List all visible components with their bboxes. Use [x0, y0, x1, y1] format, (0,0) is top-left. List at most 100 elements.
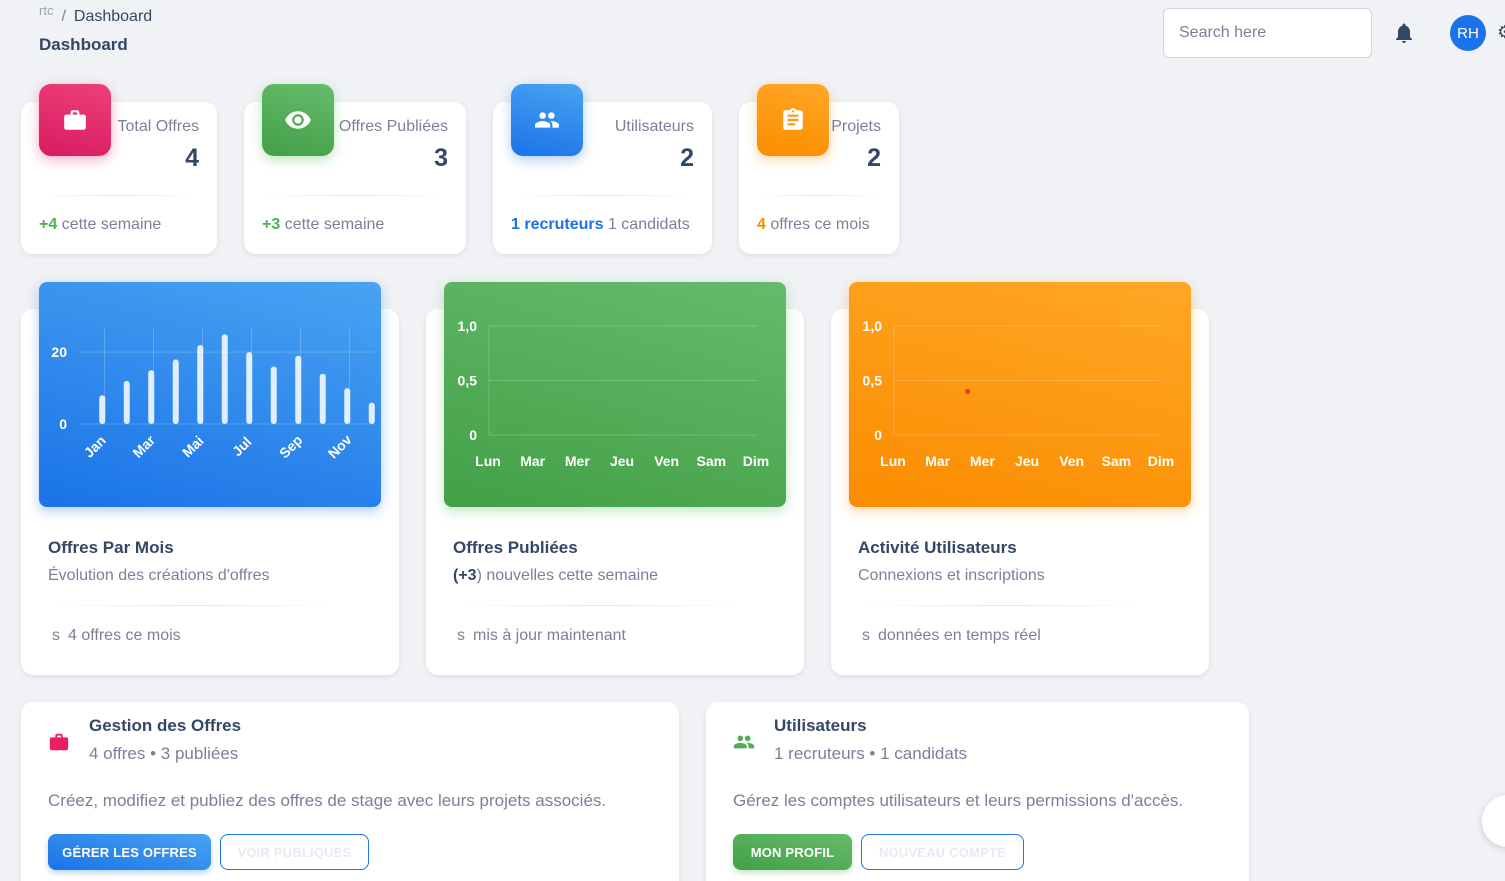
bar	[368, 402, 375, 424]
chart-card-offres-publiees: 0 0,5 1,0 Lun Mar Mer Jeu Ven Sam Dim Offres Publ…	[426, 282, 804, 675]
y-tick-label: 0,5	[458, 373, 478, 389]
stat-footer-text: offres ce mois	[765, 216, 870, 233]
bar	[295, 355, 302, 424]
x-tick-label: Dim	[1148, 453, 1174, 469]
stat-footer: +4 cette semaine	[39, 216, 161, 234]
line-chart: 0 0,5 1,0 Lun Mar Mer Jeu Ven Sam Dim	[444, 282, 786, 507]
briefcase-icon	[48, 731, 70, 753]
stat-card-offres-publiees: Offres Publiées 3 +3 cette semaine	[244, 84, 466, 254]
y-tick-label: 0	[59, 416, 67, 432]
breadcrumb: rtc / Dashboard	[39, 3, 153, 26]
avatar[interactable]: RH	[1450, 15, 1486, 51]
chart-title: Offres Par Mois	[48, 538, 174, 557]
stat-footer-text: 1 candidats	[603, 216, 690, 233]
action-subtitle: 1 recruteurs • 1 candidats	[774, 744, 968, 763]
breadcrumb-current: Dashboard	[73, 8, 153, 25]
x-tick-label: Jeu	[610, 453, 634, 469]
x-tick-label: Mar	[925, 453, 950, 469]
line-chart-svg: 0 0,5 1,0 Lun Mar Mer Jeu Ven Sam Dim	[458, 318, 770, 469]
action-title: Utilisateurs	[774, 716, 867, 735]
x-tick-label: Jan	[81, 432, 109, 460]
bar	[270, 366, 277, 424]
breadcrumb-root[interactable]: rtc	[39, 3, 53, 18]
bell-icon[interactable]	[1392, 21, 1416, 45]
manage-offers-button[interactable]: GÉRER LES OFFRES	[48, 834, 211, 870]
stat-value: 3	[434, 144, 448, 172]
bar	[148, 370, 155, 424]
stat-label: Offres Publiées	[338, 118, 448, 135]
bar	[344, 388, 351, 424]
chart-footer: s données en temps réel	[862, 627, 1041, 645]
x-tick-label: Ven	[1059, 453, 1084, 469]
my-profile-button[interactable]: MON PROFIL	[733, 834, 852, 870]
stat-card-utilisateurs: Utilisateurs 2 1 recruteurs 1 candidats	[493, 84, 712, 254]
x-tick-label: Nov	[325, 431, 355, 461]
action-card-utilisateurs: Utilisateurs 1 recruteurs • 1 candidats …	[706, 702, 1249, 881]
chart-footer: s mis à jour maintenant	[457, 627, 626, 645]
chart-title: Activité Utilisateurs	[858, 538, 1017, 557]
y-tick-label: 1,0	[863, 318, 883, 334]
chart-footer: s 4 offres ce mois	[52, 627, 181, 645]
chart-footer-text: 4 offres ce mois	[68, 627, 181, 644]
divider	[511, 195, 694, 196]
bar	[221, 334, 228, 424]
x-tick-label: Jul	[229, 434, 255, 460]
stat-value: 2	[867, 144, 881, 172]
schedule-icon: s	[457, 627, 465, 644]
schedule-icon: s	[862, 627, 870, 644]
stat-value: 4	[185, 144, 199, 172]
chart-card-activite-utilisateurs: 0 0,5 1,0 Lun Mar Mer Jeu Ven Sam Dim Activité Ut…	[831, 282, 1209, 675]
bar	[319, 373, 326, 424]
gear-icon[interactable]: ⚙	[1497, 22, 1505, 43]
new-account-button[interactable]: NOUVEAU COMPTE	[861, 834, 1024, 870]
x-tick-label: Mer	[970, 453, 995, 469]
y-tick-label: 0	[874, 427, 882, 443]
bar	[197, 344, 204, 424]
search-box[interactable]	[1163, 8, 1372, 58]
bar	[246, 352, 253, 424]
stat-label: Projets	[831, 118, 881, 135]
x-tick-label: Jeu	[1015, 453, 1039, 469]
breadcrumb-separator: /	[61, 8, 66, 25]
search-input[interactable]	[1164, 9, 1371, 57]
schedule-icon: s	[52, 627, 60, 644]
stat-footer-text: cette semaine	[57, 216, 162, 233]
stat-footer: 1 recruteurs 1 candidats	[511, 216, 690, 234]
chart-subtitle: Évolution des créations d'offres	[48, 567, 270, 584]
divider	[858, 605, 1149, 606]
action-title: Gestion des Offres	[89, 716, 242, 735]
eye-icon	[262, 84, 334, 156]
people-icon	[733, 731, 755, 753]
stat-label: Total Offres	[117, 118, 199, 135]
people-icon	[511, 84, 583, 156]
bar	[99, 395, 106, 424]
line-chart: 0 0,5 1,0 Lun Mar Mer Jeu Ven Sam Dim	[849, 282, 1191, 507]
action-description: Gérez les comptes utilisateurs et leurs …	[733, 791, 1184, 810]
stat-footer-strong: +3	[262, 216, 281, 233]
y-tick-label: 1,0	[458, 318, 478, 334]
divider	[48, 605, 339, 606]
y-tick-label: 20	[51, 344, 67, 360]
x-tick-label: Sam	[1102, 453, 1132, 469]
y-tick-label: 0,5	[863, 373, 883, 389]
action-description: Créez, modifiez et publiez des offres de…	[48, 791, 607, 810]
chart-subtitle-strong: (+3	[453, 567, 477, 584]
x-tick-label: Lun	[475, 453, 501, 469]
chart-subtitle-text: ) nouvelles cette semaine	[476, 567, 659, 584]
stat-footer-strong: +4	[39, 216, 58, 233]
x-tick-label: Mar	[129, 432, 158, 461]
divider	[262, 195, 448, 196]
x-tick-label: Sep	[276, 432, 305, 461]
settings-fab[interactable]	[1482, 795, 1505, 847]
stat-label: Utilisateurs	[614, 118, 694, 135]
divider	[453, 605, 744, 606]
chart-subtitle: Connexions et inscriptions	[858, 567, 1045, 584]
clipboard-icon	[757, 84, 829, 156]
stat-footer-text: cette semaine	[280, 216, 385, 233]
line-chart-svg: 0 0,5 1,0 Lun Mar Mer Jeu Ven Sam Dim	[863, 318, 1175, 469]
stat-card-projets: Projets 2 4 offres ce mois	[739, 84, 899, 254]
bar-chart: 0 20 Jan Mar Mai Jul Sep Nov	[39, 282, 381, 507]
stat-card-total-offres: Total Offres 4 +4 cette semaine	[21, 84, 217, 254]
x-tick-label: Lun	[880, 453, 906, 469]
view-public-button[interactable]: VOIR PUBLIQUES	[220, 834, 369, 870]
